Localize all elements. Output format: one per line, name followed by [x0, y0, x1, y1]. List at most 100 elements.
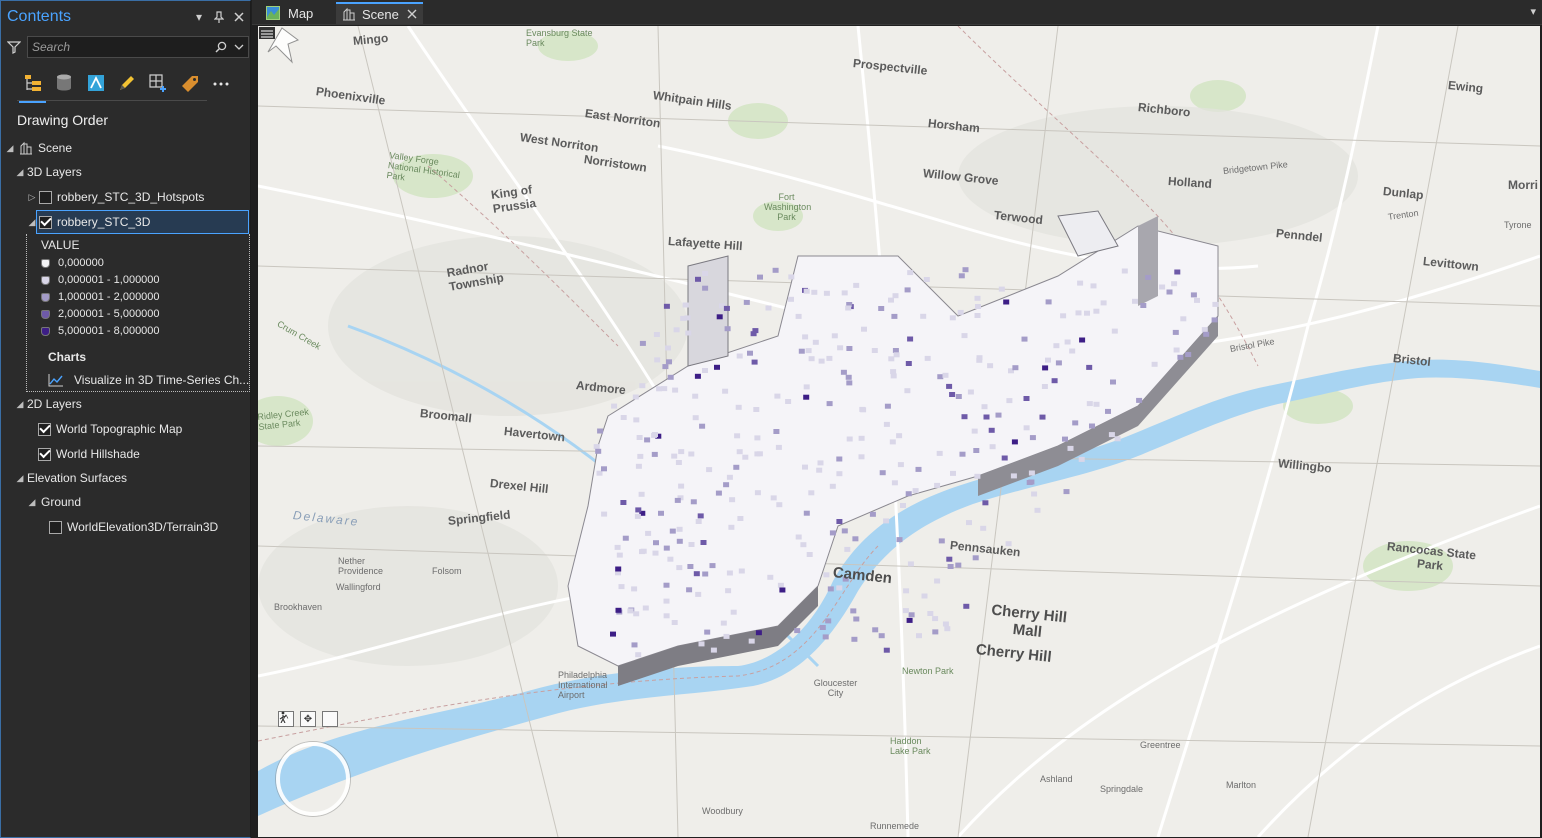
- cube-cell: [757, 274, 763, 280]
- tab-scene[interactable]: Scene: [336, 2, 423, 24]
- cube-cell: [924, 355, 931, 361]
- legend-item[interactable]: 0,000000: [41, 254, 104, 272]
- list-by-labeling-icon[interactable]: [174, 68, 205, 98]
- collapse-triangle-icon[interactable]: ◢: [15, 473, 25, 483]
- tree-2d-layers[interactable]: ◢ 2D Layers: [15, 393, 82, 415]
- collapse-triangle-icon[interactable]: ◢: [5, 143, 15, 153]
- collapse-triangle-icon[interactable]: ◢: [15, 399, 25, 409]
- cube-cell: [665, 345, 671, 351]
- cube-cell: [902, 608, 909, 614]
- attribution-icon[interactable]: [258, 26, 276, 40]
- chevron-down-icon[interactable]: ▾: [190, 8, 208, 26]
- cube-cell: [726, 570, 733, 576]
- cube-cell: [662, 364, 669, 370]
- legend-item[interactable]: 1,000001 - 2,000000: [41, 288, 160, 306]
- cube-cell: [601, 511, 608, 517]
- list-by-editing-icon[interactable]: [111, 68, 142, 98]
- cube-cell: [715, 490, 722, 496]
- tab-map[interactable]: Map: [260, 2, 319, 24]
- cube-cell: [622, 535, 629, 541]
- search-options-chevron-icon[interactable]: [230, 38, 248, 56]
- legend-item[interactable]: 0,000001 - 1,000000: [41, 271, 160, 289]
- cube-cell: [618, 584, 625, 590]
- cube-cell: [1062, 436, 1068, 442]
- collapse-triangle-icon[interactable]: ◢: [15, 167, 25, 177]
- cube-cell: [845, 305, 852, 311]
- place-label: Nether Providence: [338, 556, 384, 576]
- cube-cell: [903, 588, 910, 594]
- more-options-icon[interactable]: [206, 68, 237, 98]
- close-tab-icon[interactable]: [407, 9, 417, 19]
- cube-cell: [961, 414, 968, 420]
- cube-cell: [1093, 401, 1100, 407]
- cube-cell: [957, 309, 964, 315]
- search-row: [5, 35, 249, 59]
- terrain-visibility-checkbox[interactable]: [49, 520, 62, 534]
- tree-ground[interactable]: ◢ Ground: [27, 491, 82, 513]
- cube-cell: [702, 368, 708, 373]
- tree-scene[interactable]: ◢ Scene: [5, 137, 73, 159]
- cube-cell: [936, 450, 943, 456]
- list-by-snapping-icon[interactable]: [143, 68, 174, 98]
- cube-cell: [637, 453, 644, 459]
- chart-item[interactable]: Visualize in 3D Time-Series Ch...: [48, 369, 249, 391]
- cube-cell: [907, 270, 914, 276]
- pin-icon[interactable]: [210, 8, 228, 26]
- cube-cell: [688, 542, 695, 547]
- expand-triangle-icon[interactable]: ▷: [27, 192, 37, 202]
- tree-terrain-layer[interactable]: WorldElevation3D/Terrain3D: [49, 516, 218, 538]
- collapse-triangle-icon[interactable]: ◢: [27, 497, 37, 507]
- cube-cell: [812, 339, 819, 345]
- tree-hillshade-layer[interactable]: World Hillshade: [38, 443, 140, 465]
- cube-cell: [998, 286, 1005, 292]
- full-extent-icon[interactable]: ✥: [300, 711, 316, 727]
- navigator-ring[interactable]: [276, 742, 350, 816]
- legend-item[interactable]: 2,000001 - 5,000000: [41, 305, 160, 323]
- search-icon[interactable]: [212, 38, 230, 56]
- hillshade-visibility-checkbox[interactable]: [38, 447, 51, 461]
- tree-hotspots-layer[interactable]: ▷ robbery_STC_3D_Hotspots: [27, 186, 205, 208]
- tree-elevation-surfaces[interactable]: ◢ Elevation Surfaces: [15, 467, 128, 489]
- filter-icon[interactable]: [5, 37, 23, 57]
- chevron-down-icon[interactable]: ▾: [1530, 5, 1536, 18]
- cube-cell: [1090, 283, 1097, 289]
- place-label: Wallingford: [336, 582, 381, 592]
- cube-cell: [663, 613, 670, 619]
- tree-stc-layer[interactable]: ◢ robbery_STC_3D: [27, 211, 151, 233]
- cube-cell: [841, 290, 848, 296]
- toolbar-divider: [17, 100, 207, 101]
- cube-cell: [949, 392, 956, 397]
- cube-cell: [666, 359, 672, 365]
- legend-item[interactable]: 5,000001 - 8,000000: [41, 322, 160, 340]
- list-by-data-source-icon[interactable]: [48, 68, 79, 98]
- tree-topo-layer[interactable]: World Topographic Map: [38, 418, 182, 440]
- navigation-controls: ^ ✥: [278, 711, 338, 727]
- cube-cell: [794, 628, 801, 634]
- cube-cell: [671, 620, 678, 625]
- place-label: Woodbury: [702, 806, 743, 816]
- tab-map-label: Map: [288, 5, 314, 21]
- scene-view[interactable]: Mingo Evansburg State Park Phoenixville …: [258, 26, 1540, 837]
- cube-cell: [888, 356, 895, 362]
- cube-cell: [819, 625, 826, 630]
- collapse-triangle-icon[interactable]: ◢: [27, 217, 37, 227]
- tree-3d-layers[interactable]: ◢ 3D Layers: [15, 161, 82, 183]
- cube-cell: [702, 571, 709, 577]
- legend-header: VALUE: [41, 234, 79, 256]
- stc-visibility-checkbox[interactable]: [39, 215, 52, 229]
- walk-icon[interactable]: [279, 711, 338, 727]
- search-input[interactable]: [32, 40, 212, 54]
- hotspots-visibility-checkbox[interactable]: [39, 190, 52, 204]
- cube-cell: [1053, 343, 1060, 349]
- cube-cell: [987, 363, 994, 369]
- close-icon[interactable]: [230, 8, 248, 26]
- cube-cell: [698, 641, 705, 647]
- topo-visibility-checkbox[interactable]: [38, 422, 51, 436]
- cube-cell: [944, 626, 951, 632]
- list-by-selection-icon[interactable]: [80, 68, 111, 98]
- contents-pane: Contents ▾ Search Drawing Order ◢ Scene …: [0, 0, 251, 838]
- place-label: Gloucester City: [813, 678, 858, 698]
- cube-cell: [663, 598, 670, 604]
- cube-cell: [972, 555, 979, 561]
- list-by-drawing-order-icon[interactable]: [17, 68, 48, 103]
